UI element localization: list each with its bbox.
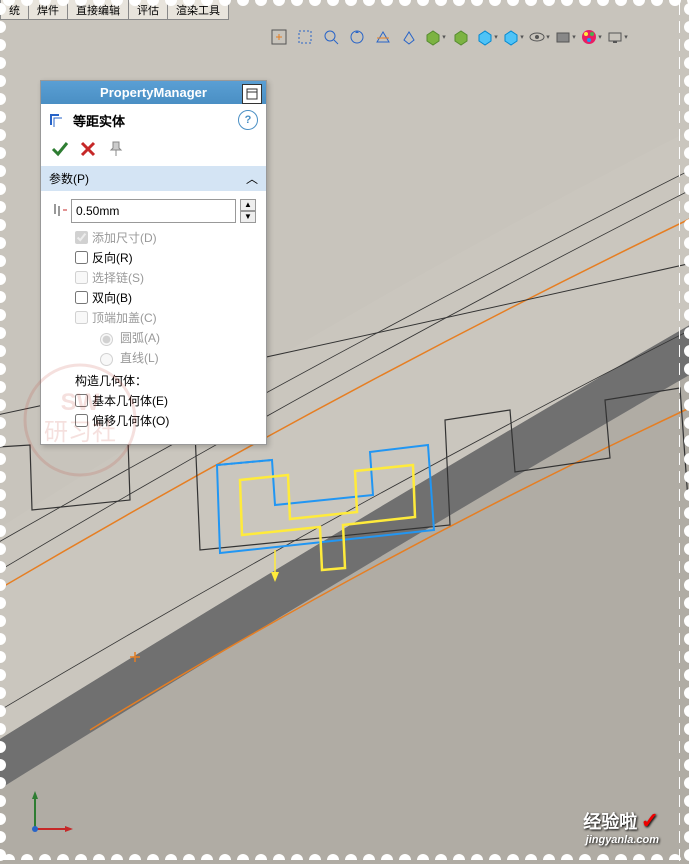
property-manager-panel: PropertyManager 等距实体 ? 参数(P) ︿ ▲▼ 添加尺寸(D… (40, 80, 267, 445)
appearance-icon[interactable]: ▾ (579, 25, 603, 49)
help-icon[interactable]: ? (238, 110, 258, 130)
distance-spinner[interactable]: ▲▼ (240, 199, 256, 223)
command-row: 等距实体 ? (41, 104, 266, 136)
hide-show-icon[interactable]: ▾ (475, 25, 499, 49)
footer-brand: 经验啦 ✓ jingyanla.com (583, 808, 659, 846)
display-box-icon[interactable] (449, 25, 473, 49)
zoom-fit-icon[interactable] (267, 25, 291, 49)
visibility-icon[interactable]: ▾ (527, 25, 551, 49)
brand-url: jingyanla.com (583, 834, 659, 846)
base-geom-label: 基本几何体(E) (92, 392, 168, 409)
params-body: ▲▼ 添加尺寸(D) 反向(R) 选择链(S) 双向(B) 顶端加盖(C) 圆弧… (41, 191, 266, 444)
distance-icon (51, 200, 67, 222)
tab-evaluate[interactable]: 评估 (128, 0, 168, 20)
panel-title-bar: PropertyManager (41, 81, 266, 104)
pushpin-icon[interactable] (107, 140, 125, 158)
bidirectional-checkbox[interactable] (75, 291, 88, 304)
section-icon[interactable] (371, 25, 395, 49)
reverse-label: 反向(R) (92, 249, 133, 266)
ok-button[interactable] (51, 140, 69, 158)
cancel-button[interactable] (79, 140, 97, 158)
add-dimension-checkbox (75, 231, 88, 244)
zoom-dynamic-icon[interactable] (319, 25, 343, 49)
view-orient-icon[interactable] (397, 25, 421, 49)
add-dimension-label: 添加尺寸(D) (92, 229, 157, 246)
ribbon-tabs: 统 焊件 直接编辑 评估 渲染工具 (0, 0, 228, 20)
select-chain-label: 选择链(S) (92, 269, 144, 286)
tab-render-tools[interactable]: 渲染工具 (167, 0, 229, 20)
render-icon[interactable]: ▾ (605, 25, 629, 49)
collapse-icon[interactable]: ︿ (246, 170, 258, 187)
arc-radio (100, 333, 113, 346)
params-label: 参数(P) (49, 170, 89, 187)
offset-geom-checkbox[interactable] (75, 414, 88, 427)
distance-input[interactable] (71, 199, 236, 223)
cap-ends-label: 顶端加盖(C) (92, 309, 157, 326)
arc-label: 圆弧(A) (120, 329, 160, 346)
tab-weldments[interactable]: 焊件 (28, 0, 68, 20)
display-style-icon[interactable]: ▾ (423, 25, 447, 49)
base-geom-checkbox[interactable] (75, 394, 88, 407)
action-row (41, 136, 266, 166)
viewport: 统 焊件 直接编辑 评估 渲染工具 ▾ ▾ ▾ ▾ ▾ ▾ ▾ Property… (0, 0, 689, 864)
select-chain-checkbox (75, 271, 88, 284)
tab-direct-edit[interactable]: 直接编辑 (67, 0, 129, 20)
cap-ends-checkbox (75, 311, 88, 324)
zoom-area-icon[interactable] (293, 25, 317, 49)
tab-system[interactable]: 统 (0, 0, 29, 20)
offset-geom-label: 偏移几何体(O) (92, 412, 169, 429)
params-header[interactable]: 参数(P) ︿ (41, 166, 266, 191)
rotate-icon[interactable] (345, 25, 369, 49)
command-title: 等距实体 (73, 111, 125, 130)
bidirectional-label: 双向(B) (92, 289, 132, 306)
line-radio (100, 353, 113, 366)
offset-entities-icon (49, 111, 67, 129)
panel-title: PropertyManager (100, 85, 207, 100)
brand-check-icon: ✓ (641, 808, 659, 833)
axis-triad[interactable] (25, 789, 75, 839)
view-toolbar: ▾ ▾ ▾ ▾ ▾ ▾ ▾ (267, 25, 629, 49)
reverse-checkbox[interactable] (75, 251, 88, 264)
line-label: 直线(L) (120, 349, 159, 366)
construct-geom-label: 构造几何体： (75, 372, 256, 389)
scene-icon[interactable]: ▾ (553, 25, 577, 49)
panel-pin-icon[interactable] (242, 84, 262, 104)
brand-text: 经验啦 (583, 812, 637, 832)
shaded-icon[interactable]: ▾ (501, 25, 525, 49)
